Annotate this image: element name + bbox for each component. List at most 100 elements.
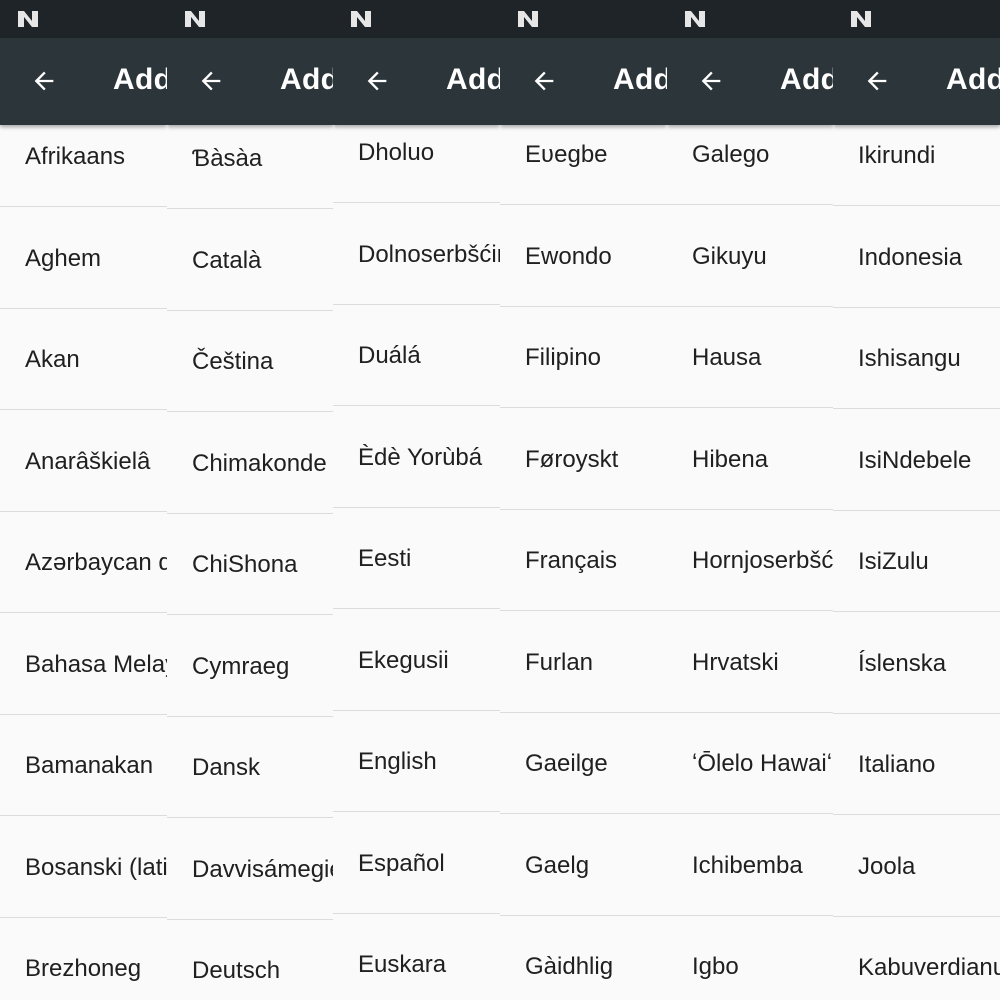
language-item[interactable]: English [333,710,500,812]
language-item[interactable]: Ekegusii [333,609,500,711]
language-label: Davvisámegiella [192,855,334,883]
language-item[interactable]: Indonesia [833,206,1000,308]
language-item[interactable]: Dansk [167,716,334,818]
language-item[interactable]: Íslenska [833,612,1000,714]
language-item[interactable]: Duálá [333,304,500,406]
language-item[interactable]: Ichibemba [667,814,834,916]
language-item[interactable]: Hausa [667,306,834,408]
language-item[interactable]: Euskara [333,913,500,1000]
android-n-icon [351,11,371,27]
language-item[interactable]: Gaelg [500,814,667,916]
language-item[interactable]: Gikuyu [667,205,834,307]
settings-panel: Add Afrikaans Aghem Akan Anarâškielâ Azərbayc… [0,0,167,1000]
language-item[interactable]: Català [167,209,334,311]
language-label: ʻŌlelo Hawaiʻi [692,750,834,777]
language-item[interactable]: Dolnoserbšćina [333,203,500,305]
language-label: Cymraeg [192,652,290,680]
arrow-left-icon[interactable] [363,67,391,95]
language-item[interactable]: ChiShona [167,513,334,615]
language-item[interactable]: Bahasa Melayu [0,613,167,715]
app-bar: Add [833,38,1000,125]
language-item[interactable]: Ewondo [500,205,667,307]
language-label: Ekegusii [358,646,449,674]
language-item[interactable]: Filipino [500,306,667,408]
status-bar [167,0,334,38]
arrow-left-icon[interactable] [30,67,58,95]
language-item[interactable]: Føroyskt [500,408,667,510]
app-bar: Add [333,38,500,125]
android-n-icon [685,11,705,27]
language-label: Gaelg [525,851,590,879]
language-label: Aghem [25,244,102,272]
language-item[interactable]: Kabuverdianu [833,916,1000,1000]
language-label: Afrikaans [25,143,126,170]
language-label: Bamanakan [25,752,154,779]
language-label: Italiano [858,751,936,778]
language-label: Hibena [692,445,769,473]
language-item[interactable]: Gaeilge [500,712,667,814]
language-item[interactable]: Español [333,812,500,914]
app-bar: Add [167,38,334,125]
language-item[interactable]: Joola [833,815,1000,917]
language-label: Français [525,547,618,574]
app-bar: Add [667,38,834,125]
language-item[interactable]: IsiNdebele [833,409,1000,511]
arrow-left-icon[interactable] [863,67,891,95]
android-n-icon [518,11,538,27]
status-bar [833,0,1000,38]
language-item[interactable]: Davvisámegiella [167,818,334,920]
status-bar [333,0,500,38]
language-item[interactable]: Cymraeg [167,615,334,717]
language-item[interactable]: Bosanski (latinica) [0,816,167,918]
language-label: Akan [25,346,80,373]
language-item[interactable]: Deutsch [167,919,334,1000]
page-title: Add [280,63,334,96]
settings-panel: Add Eʋegbe Ewondo Filipino Føroyskt Français F… [500,0,667,1000]
language-item[interactable]: Azərbaycan dili [0,511,167,613]
language-item[interactable]: Akan [0,308,167,410]
language-label: Galego [692,141,770,168]
language-label: Føroyskt [525,445,619,473]
language-item[interactable]: ʻŌlelo Hawaiʻi [667,712,834,814]
arrow-left-icon[interactable] [697,67,725,95]
language-item[interactable]: Èdè Yorùbá [333,406,500,508]
language-item[interactable]: Igbo [667,915,834,1000]
language-label: Igbo [692,953,739,980]
status-bar [667,0,834,38]
language-item[interactable]: Hornjoserbšćina [667,509,834,611]
language-label: Ewondo [525,242,612,270]
language-item[interactable]: Gàidhlig [500,915,667,1000]
language-label: IsiZulu [858,548,929,575]
arrow-left-icon[interactable] [197,67,225,95]
language-label: Gikuyu [692,242,767,270]
language-item[interactable]: Italiano [833,713,1000,815]
language-label: Chimakonde [192,449,327,477]
language-label: Čeština [192,348,274,375]
language-label: Ishisangu [858,345,961,372]
language-item[interactable]: Brezhoneg [0,917,167,1000]
language-item[interactable]: Bamanakan [0,714,167,816]
language-label: Ɓàsàa [192,145,263,172]
language-item[interactable]: Aghem [0,207,167,309]
language-item[interactable]: Hrvatski [667,611,834,713]
language-item[interactable]: Ishisangu [833,307,1000,409]
language-label: Filipino [525,344,602,371]
language-item[interactable]: Eesti [333,507,500,609]
language-item[interactable]: Anarâškielâ [0,410,167,512]
language-item[interactable]: Furlan [500,611,667,713]
language-label: Euskara [358,951,447,978]
page-title: Add [946,63,1000,96]
language-label: Eesti [358,545,412,572]
language-item[interactable]: Chimakonde [167,412,334,514]
language-label: Eʋegbe [525,141,608,168]
language-item[interactable]: IsiZulu [833,510,1000,612]
language-label: Kabuverdianu [858,954,1000,981]
language-item[interactable]: Čeština [167,310,334,412]
language-label: Hrvatski [692,648,779,676]
arrow-left-icon[interactable] [530,67,558,95]
settings-panel: Add Ɓàsàa Català Čeština Chimakonde ChiShona C… [167,0,334,1000]
language-item[interactable]: Hibena [667,408,834,510]
language-item[interactable]: Français [500,509,667,611]
language-label: Ikirundi [858,142,936,169]
page-title: Add [780,63,834,96]
